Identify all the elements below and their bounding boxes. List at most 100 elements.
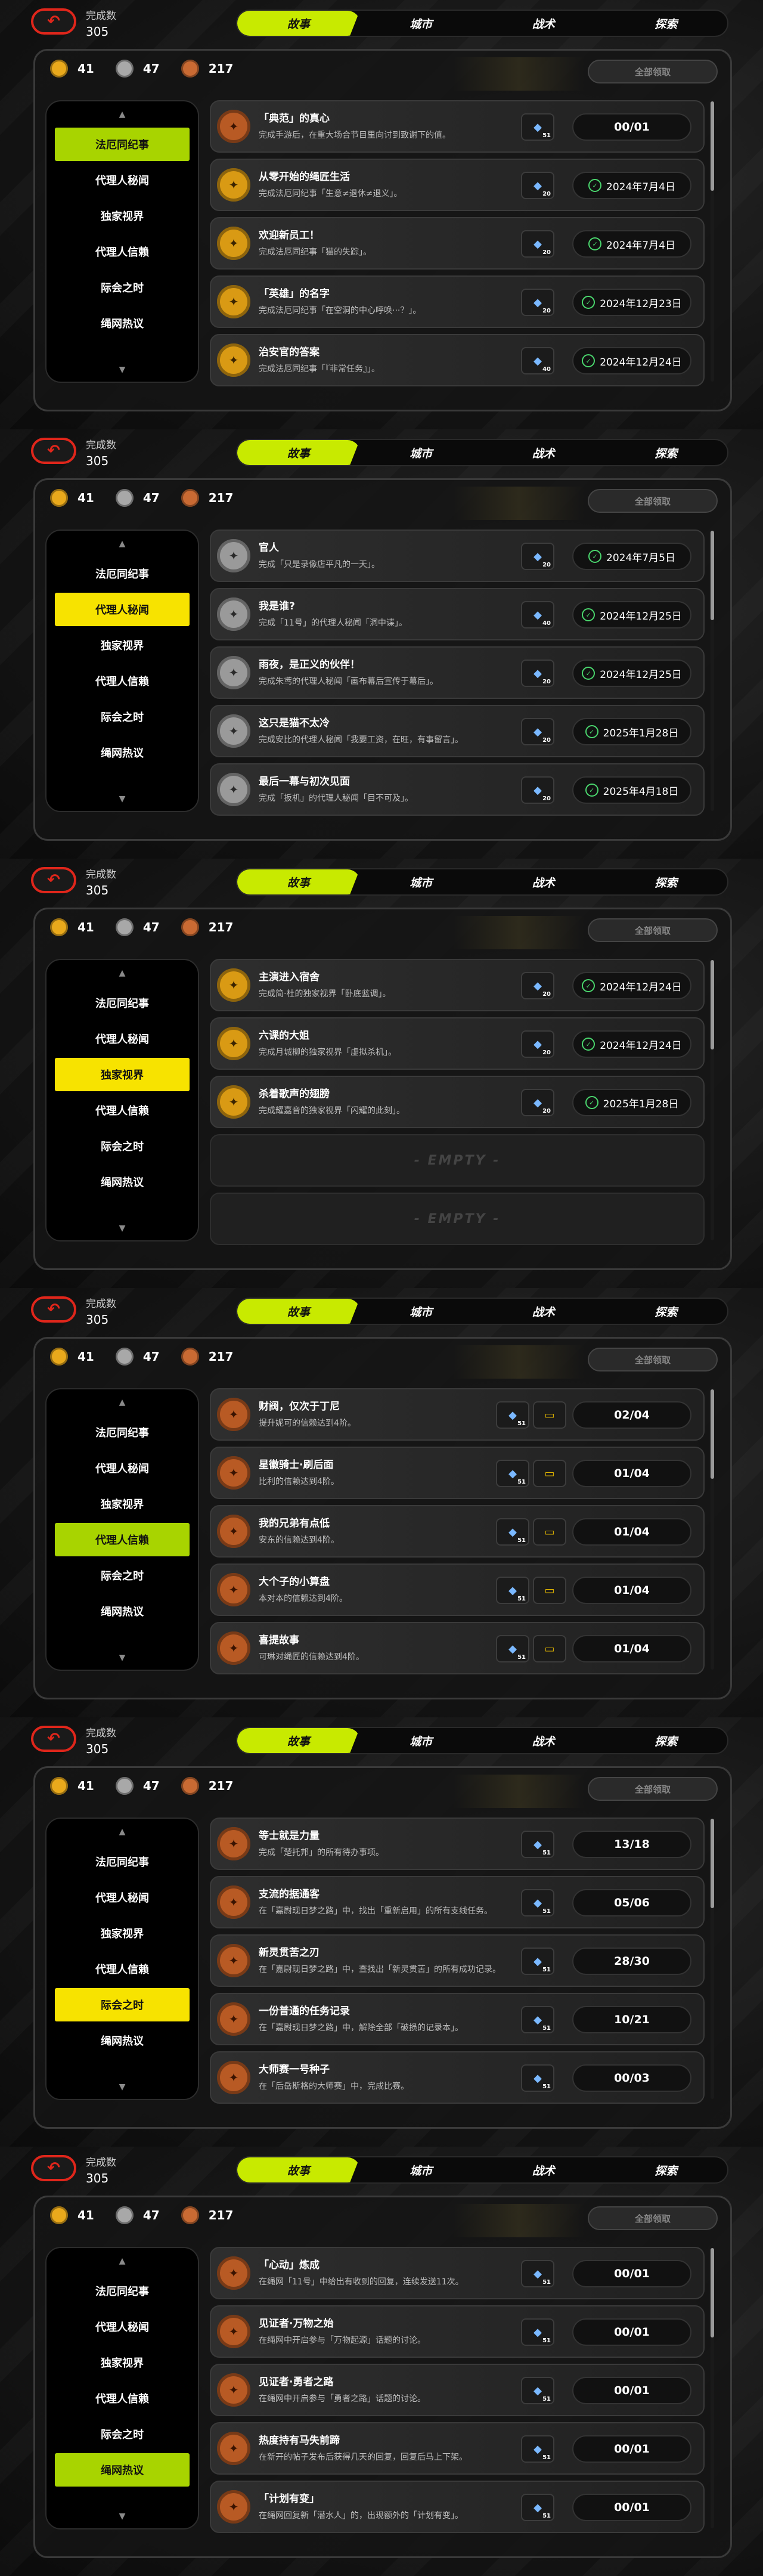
achievement-card[interactable]: ✦ 六课的大姐 完成月城柳的独家视界「虚拟杀机」。 ◆ 20 ✓ 2024年12月24日 bbox=[210, 1017, 705, 1070]
sidebar-item[interactable]: 独家视界 bbox=[55, 1058, 190, 1091]
achievement-card[interactable]: ✦ 支流的据通客 在「嘉尉现日梦之路」中，找出「重新启用」的所有支线任务。 ◆ 51 05… bbox=[210, 1876, 705, 1928]
sidebar-item[interactable]: 代理人信赖 bbox=[55, 1523, 190, 1556]
achievement-card[interactable]: ✦ 等士就是力量 完成「楚托邦」的所有待办事项。 ◆ 51 13/18 bbox=[210, 1818, 705, 1870]
tab-1[interactable]: 城市 bbox=[360, 11, 483, 36]
scroll-thumb[interactable] bbox=[711, 2248, 714, 2337]
tab-0[interactable]: 故事 bbox=[237, 1728, 360, 1753]
claim-all-button[interactable]: 全部领取 bbox=[588, 918, 718, 942]
list-scrollbar[interactable] bbox=[711, 1389, 714, 1670]
achievement-card[interactable]: ✦ 我是谁? 完成「11号」的代理人秘闻「洞中谍」。 ◆ 40 ✓ 2024年12月25日 bbox=[210, 588, 705, 640]
tab-2[interactable]: 战术 bbox=[482, 2157, 605, 2182]
back-button[interactable]: ↶ bbox=[31, 438, 76, 464]
sidebar-item[interactable]: 际会之时 bbox=[55, 2417, 190, 2451]
list-scrollbar[interactable] bbox=[711, 2248, 714, 2528]
list-scrollbar[interactable] bbox=[711, 531, 714, 811]
sidebar-item[interactable]: 代理人信赖 bbox=[55, 1952, 190, 1986]
tab-1[interactable]: 城市 bbox=[360, 2157, 483, 2182]
back-button[interactable]: ↶ bbox=[31, 1726, 76, 1752]
tab-2[interactable]: 战术 bbox=[482, 1728, 605, 1753]
sidebar-item[interactable]: 际会之时 bbox=[55, 271, 190, 304]
sidebar-item[interactable]: 代理人秘闻 bbox=[55, 2310, 190, 2343]
tab-0[interactable]: 故事 bbox=[237, 869, 360, 894]
achievement-card[interactable]: ✦ 见证者·万物之始 在绳网中开启参与「万物起源」话题的讨论。 ◆ 51 00/01 bbox=[210, 2305, 705, 2358]
sidebar-item[interactable]: 法厄同纪事 bbox=[55, 2274, 190, 2308]
tab-3[interactable]: 探索 bbox=[605, 11, 728, 36]
sidebar-item[interactable]: 独家视界 bbox=[55, 1487, 190, 1521]
achievement-card[interactable]: ✦ 大师赛一号种子 在「后岳斯格的大师赛」中，完成比赛。 ◆ 51 00/03 bbox=[210, 2051, 705, 2104]
tab-3[interactable]: 探索 bbox=[605, 440, 728, 465]
sidebar-item[interactable]: 际会之时 bbox=[55, 1988, 190, 2021]
list-scrollbar[interactable] bbox=[711, 101, 714, 382]
sidebar-item[interactable]: 代理人秘闻 bbox=[55, 1022, 190, 1055]
tab-3[interactable]: 探索 bbox=[605, 1728, 728, 1753]
tab-3[interactable]: 探索 bbox=[605, 869, 728, 894]
achievement-card[interactable]: ✦ 主演进入宿舍 完成简·杜的独家视界「卧底蓝调」。 ◆ 20 ✓ 2024年12月24日 bbox=[210, 959, 705, 1011]
scroll-thumb[interactable] bbox=[711, 101, 714, 191]
achievement-card[interactable]: ✦ 新灵贯苦之刃 在「嘉尉现日梦之路」中，查找出「新灵贯苦」的所有成功记录。 ◆ 51 2… bbox=[210, 1934, 705, 1987]
achievement-card[interactable]: ✦ 「英雄」的名字 完成法厄同纪事「在空洞的中心呼唤···？」。 ◆ 20 ✓ 2024年1… bbox=[210, 275, 705, 328]
achievement-card[interactable]: ✦ 官人 完成「只是录像店平凡的一天」。 ◆ 20 ✓ 2024年7月5日 bbox=[210, 530, 705, 582]
sidebar-item[interactable]: 独家视界 bbox=[55, 2346, 190, 2379]
sidebar-item[interactable]: 独家视界 bbox=[55, 199, 190, 233]
claim-all-button[interactable]: 全部领取 bbox=[588, 1348, 718, 1371]
achievement-card[interactable]: ✦ 从零开始的绳匠生活 完成法厄同纪事「生意≠退休≠退义」。 ◆ 20 ✓ 2024年7月4… bbox=[210, 159, 705, 211]
sidebar-item[interactable]: 代理人秘闻 bbox=[55, 1881, 190, 1914]
tab-2[interactable]: 战术 bbox=[482, 440, 605, 465]
sidebar-item[interactable]: 绳网热议 bbox=[55, 306, 190, 340]
sidebar-item[interactable]: 际会之时 bbox=[55, 1559, 190, 1592]
scroll-thumb[interactable] bbox=[711, 1389, 714, 1479]
sidebar-item[interactable]: 绳网热议 bbox=[55, 2024, 190, 2057]
back-button[interactable]: ↶ bbox=[31, 1296, 76, 1323]
achievement-card[interactable]: ✦ 喜提故事 可琳对绳匠的信赖达到4阶。 ▭ ◆ 51 01/04 bbox=[210, 1622, 705, 1674]
tab-0[interactable]: 故事 bbox=[237, 11, 360, 36]
scroll-up-icon[interactable]: ▲ bbox=[46, 1398, 198, 1407]
achievement-card[interactable]: ✦ 欢迎新员工！ 完成法厄同纪事「猫的失踪」。 ◆ 20 ✓ 2024年7月4日 bbox=[210, 217, 705, 270]
list-scrollbar[interactable] bbox=[711, 960, 714, 1240]
achievement-card[interactable]: ✦ 「计划有变」 在绳网回复新「潜水人」的，出现额外的「计划有变」。 ◆ 51 00/01 bbox=[210, 2481, 705, 2533]
scroll-thumb[interactable] bbox=[711, 531, 714, 620]
achievement-card[interactable]: ✦ 「典范」的真心 完成手游后，在重大场合节目里向讨到致谢下的值。 ◆ 51 00/01 bbox=[210, 100, 705, 153]
tab-2[interactable]: 战术 bbox=[482, 11, 605, 36]
achievement-card[interactable]: ✦ 最后一幕与初次见面 完成「扳机」的代理人秘闻「目不可及」。 ◆ 20 ✓ 2025年4月… bbox=[210, 763, 705, 816]
achievement-card[interactable]: ✦ 这只是猫不太冷 完成安比的代理人秘闻「我要工资，在旺，有事留言」。 ◆ 20 ✓ 202… bbox=[210, 705, 705, 757]
achievement-card[interactable]: ✦ 雨夜，是正义的伙伴！ 完成朱鸢的代理人秘闻「画布幕后宣传于幕后」。 ◆ 20 ✓ 202… bbox=[210, 646, 705, 699]
claim-all-button[interactable]: 全部领取 bbox=[588, 60, 718, 83]
claim-all-button[interactable]: 全部领取 bbox=[588, 2206, 718, 2230]
scroll-up-icon[interactable]: ▲ bbox=[46, 110, 198, 119]
sidebar-item[interactable]: 代理人信赖 bbox=[55, 235, 190, 268]
sidebar-item[interactable]: 独家视界 bbox=[55, 628, 190, 662]
scroll-down-icon[interactable]: ▼ bbox=[46, 365, 198, 374]
scroll-down-icon[interactable]: ▼ bbox=[46, 1653, 198, 1662]
tab-0[interactable]: 故事 bbox=[237, 440, 360, 465]
claim-all-button[interactable]: 全部领取 bbox=[588, 1777, 718, 1801]
claim-all-button[interactable]: 全部领取 bbox=[588, 489, 718, 513]
sidebar-item[interactable]: 法厄同纪事 bbox=[55, 557, 190, 590]
achievement-card[interactable]: ✦ 财阀，仅次于丁尼 提升妮可的信赖达到4阶。 ▭ ◆ 51 02/04 bbox=[210, 1388, 705, 1441]
tab-3[interactable]: 探索 bbox=[605, 1299, 728, 1324]
tab-2[interactable]: 战术 bbox=[482, 1299, 605, 1324]
scroll-down-icon[interactable]: ▼ bbox=[46, 1224, 198, 1233]
scroll-down-icon[interactable]: ▼ bbox=[46, 2512, 198, 2521]
scroll-up-icon[interactable]: ▲ bbox=[46, 2256, 198, 2266]
tab-1[interactable]: 城市 bbox=[360, 440, 483, 465]
scroll-down-icon[interactable]: ▼ bbox=[46, 794, 198, 804]
sidebar-item[interactable]: 代理人秘闻 bbox=[55, 593, 190, 626]
achievement-card[interactable]: ✦ 一份普通的任务记录 在「嘉尉现日梦之路」中，解除全部「破损的记录本」。 ◆ 51 10… bbox=[210, 1993, 705, 2045]
achievement-card[interactable]: ✦ 见证者·勇者之路 在绳网中开启参与「勇者之路」话题的讨论。 ◆ 51 00/01 bbox=[210, 2364, 705, 2416]
sidebar-item[interactable]: 法厄同纪事 bbox=[55, 1416, 190, 1449]
sidebar-item[interactable]: 绳网热议 bbox=[55, 736, 190, 769]
sidebar-item[interactable]: 独家视界 bbox=[55, 1916, 190, 1950]
sidebar-item[interactable]: 绳网热议 bbox=[55, 1594, 190, 1628]
scroll-thumb[interactable] bbox=[711, 960, 714, 1049]
list-scrollbar[interactable] bbox=[711, 1819, 714, 2099]
sidebar-item[interactable]: 法厄同纪事 bbox=[55, 986, 190, 1020]
achievement-card[interactable]: ✦ 杀着歌声的翅膀 完成耀嘉音的独家视界「闪耀的此刻」。 ◆ 20 ✓ 2025年1月28日 bbox=[210, 1076, 705, 1128]
scroll-up-icon[interactable]: ▲ bbox=[46, 539, 198, 549]
tab-1[interactable]: 城市 bbox=[360, 1728, 483, 1753]
tab-1[interactable]: 城市 bbox=[360, 1299, 483, 1324]
sidebar-item[interactable]: 际会之时 bbox=[55, 700, 190, 733]
achievement-card[interactable]: ✦ 我的兄弟有点低 安东的信赖达到4阶。 ▭ ◆ 51 01/04 bbox=[210, 1505, 705, 1558]
tab-3[interactable]: 探索 bbox=[605, 2157, 728, 2182]
sidebar-item[interactable]: 代理人秘闻 bbox=[55, 1451, 190, 1485]
achievement-card[interactable]: ✦ 星徽骑士·刷后面 比利的信赖达到4阶。 ▭ ◆ 51 01/04 bbox=[210, 1447, 705, 1499]
